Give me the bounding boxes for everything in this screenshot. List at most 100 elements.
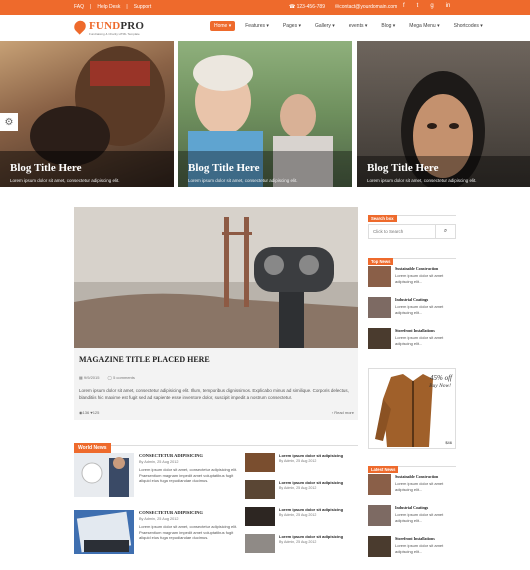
nav-mega-menu[interactable]: Mega Menu ▾: [405, 21, 443, 31]
world-news-mini-item[interactable]: Lorem ipsum dolor sit adipisicing By Adm…: [245, 453, 358, 475]
hero-card[interactable]: Blog Title Here Lorem ipsum dolor sit am…: [178, 41, 352, 187]
chevron-down-icon: ▾: [332, 23, 335, 29]
latest-news-item[interactable]: Sustainable Construction Lorem ipsum dol…: [368, 474, 456, 498]
news-title[interactable]: CONSECTETUR ADIPISICING: [139, 510, 203, 515]
nav-home[interactable]: Home ▾: [210, 21, 236, 31]
latest-news-item[interactable]: Industrial Coatings Lorem ipsum dolor si…: [368, 505, 456, 529]
ad-cta-text[interactable]: Buy Now!: [429, 383, 451, 389]
nav-gallery[interactable]: Gallery ▾: [311, 21, 339, 31]
top-news-item[interactable]: Industrial Coatings Lorem ipsum dolor si…: [368, 297, 456, 321]
hero-card[interactable]: Blog Title Here Lorem ipsum dolor sit am…: [0, 41, 174, 187]
featured-post-image[interactable]: [74, 207, 358, 348]
news-thumbnail[interactable]: [368, 266, 391, 287]
news-title[interactable]: Storefront Installations: [395, 328, 435, 333]
news-title[interactable]: Lorem ipsum dolor sit adipisicing: [279, 453, 343, 458]
news-thumbnail[interactable]: [368, 474, 391, 495]
hero-title[interactable]: Blog Title Here: [10, 162, 82, 174]
settings-gear-icon[interactable]: ⚙: [0, 113, 18, 131]
latest-news-heading: Latest News: [368, 458, 456, 473]
help-desk-link[interactable]: Help Desk: [97, 4, 120, 10]
linkedin-icon[interactable]: in: [446, 3, 451, 9]
news-excerpt: Lorem ipsum dolor sit amet adipiscing el…: [395, 273, 444, 284]
news-thumbnail[interactable]: [74, 453, 134, 497]
news-title[interactable]: Sustainable Construction: [395, 474, 438, 479]
read-more-link[interactable]: › Read more: [332, 410, 354, 415]
news-excerpt: Lorem ipsum dolor sit amet adipiscing el…: [395, 543, 444, 554]
calendar-icon: ▦: [79, 375, 83, 380]
world-news-mini-item[interactable]: Lorem ipsum dolor sit adipisicing By Adm…: [245, 534, 358, 556]
chevron-down-icon: ▾: [298, 23, 301, 29]
faq-link[interactable]: FAQ: [74, 4, 84, 10]
news-thumbnail[interactable]: [368, 297, 391, 318]
news-title[interactable]: Lorem ipsum dolor sit adipisicing: [279, 480, 343, 485]
nav-events[interactable]: events ▾: [345, 21, 372, 31]
hero-title[interactable]: Blog Title Here: [188, 162, 260, 174]
nav-blog[interactable]: Blog ▾: [377, 21, 399, 31]
world-news-mini-item[interactable]: Lorem ipsum dolor sit adipisicing By Adm…: [245, 480, 358, 502]
news-title[interactable]: CONSECTETUR ADIPISICING: [139, 453, 203, 458]
chevron-down-icon: ▾: [437, 23, 440, 29]
featured-post: MAGAZINE TITLE PLACED HERE ▦ 9/9/2015 ◯ …: [74, 207, 358, 420]
nav-pages[interactable]: Pages ▾: [279, 21, 305, 31]
news-thumbnail[interactable]: [245, 507, 275, 526]
news-excerpt: Lorem ipsum dolor sit amet adipiscing el…: [395, 304, 444, 315]
twitter-icon[interactable]: t: [417, 3, 419, 9]
facebook-icon[interactable]: f: [403, 3, 405, 9]
logo-tagline: Fundraising & Charity HTML Template: [89, 32, 140, 36]
hero-desc: Lorem ipsum dolor sit amet, consectetur …: [188, 178, 298, 183]
news-excerpt: Lorem ipsum dolor sit amet adipiscing el…: [395, 335, 444, 346]
jacket-ad-banner[interactable]: 45% off Buy Now! $46: [368, 368, 456, 449]
news-thumbnail[interactable]: [368, 328, 391, 349]
chevron-down-icon: ▾: [266, 23, 269, 29]
email-contact[interactable]: ✉contact@yourdomain.com: [335, 4, 397, 10]
comment-icon: ◯: [107, 375, 112, 380]
site-header: FUNDPRO Fundraising & Charity HTML Templ…: [0, 15, 530, 41]
world-news-mini-item[interactable]: Lorem ipsum dolor sit adipisicing By Adm…: [245, 507, 358, 529]
logo[interactable]: FUNDPRO Fundraising & Charity HTML Templ…: [71, 17, 144, 36]
news-title[interactable]: Lorem ipsum dolor sit adipisicing: [279, 507, 343, 512]
news-excerpt: Lorem ipsum dolor sit amet, consectetur …: [139, 524, 238, 540]
latest-news-item[interactable]: Storefront Installations Lorem ipsum dol…: [368, 536, 456, 560]
news-thumbnail[interactable]: [245, 480, 275, 499]
hero-card[interactable]: Blog Title Here Lorem ipsum dolor sit am…: [357, 41, 530, 187]
news-title[interactable]: Sustainable Construction: [395, 266, 438, 271]
featured-post-footer: ◉136 ♥125 › Read more: [79, 410, 354, 415]
top-news-item[interactable]: Storefront Installations Lorem ipsum dol…: [368, 328, 456, 352]
news-excerpt: Lorem ipsum dolor sit amet adipiscing el…: [395, 481, 444, 492]
nav-features[interactable]: Features ▾: [241, 21, 273, 31]
hero-desc: Lorem ipsum dolor sit amet, consectetur …: [10, 178, 120, 183]
news-title[interactable]: Lorem ipsum dolor sit adipisicing: [279, 534, 343, 539]
world-news-item[interactable]: CONSECTETUR ADIPISICING By Admin, 25 Aug…: [74, 453, 237, 503]
top-news-item[interactable]: Sustainable Construction Lorem ipsum dol…: [368, 266, 456, 290]
news-meta: By Admin, 25 Aug 2012: [279, 486, 317, 490]
news-thumbnail[interactable]: [245, 534, 275, 553]
chevron-down-icon: ▾: [364, 23, 368, 29]
news-meta: By Admin, 25 Aug 2012: [139, 460, 179, 464]
news-thumbnail[interactable]: [368, 505, 391, 526]
nav-shortcodes[interactable]: Shortcodes ▾: [450, 21, 487, 31]
featured-post-excerpt: Lorem ipsum dolor sit amet, consectetur …: [79, 388, 349, 400]
chevron-right-icon: ›: [331, 410, 334, 415]
search-button[interactable]: ⌕: [435, 225, 455, 238]
news-thumbnail[interactable]: [74, 510, 134, 554]
chevron-down-icon: ▾: [228, 23, 232, 29]
news-title[interactable]: Industrial Coatings: [395, 505, 428, 510]
news-meta: By Admin, 25 Aug 2012: [279, 459, 317, 463]
world-news-item[interactable]: CONSECTETUR ADIPISICING By Admin, 25 Aug…: [74, 510, 238, 560]
search-icon: ⌕: [443, 228, 448, 234]
search-input[interactable]: [369, 225, 435, 238]
news-thumbnail[interactable]: [368, 536, 391, 557]
news-title[interactable]: Industrial Coatings: [395, 297, 428, 302]
support-link[interactable]: Support: [134, 4, 152, 10]
featured-post-title[interactable]: MAGAZINE TITLE PLACED HERE: [79, 355, 210, 364]
news-meta: By Admin, 25 Aug 2012: [279, 540, 317, 544]
googleplus-icon[interactable]: g: [430, 3, 433, 9]
search-box: ⌕: [368, 224, 456, 239]
chevron-down-icon: ▾: [392, 23, 396, 29]
hero-title[interactable]: Blog Title Here: [367, 162, 439, 174]
news-title[interactable]: Storefront Installations: [395, 536, 435, 541]
ad-price: $46: [445, 440, 452, 445]
ad-offer-text: 45% off: [430, 374, 452, 382]
main-nav: Home ▾ Features ▾ Pages ▾ Gallery ▾ even…: [210, 21, 487, 31]
news-thumbnail[interactable]: [245, 453, 275, 472]
